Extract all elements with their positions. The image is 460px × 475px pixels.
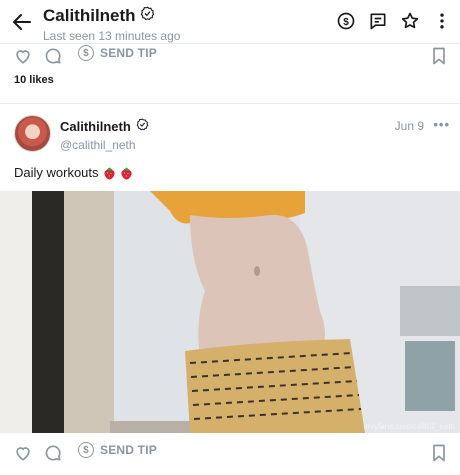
strawberry-icon <box>120 166 133 180</box>
last-seen-status: Last seen 13 minutes ago <box>43 29 181 43</box>
post-caption-text: Daily workouts <box>14 165 99 180</box>
back-arrow-icon[interactable] <box>10 10 34 34</box>
star-icon[interactable] <box>400 11 420 31</box>
comment-icon[interactable] <box>42 442 64 464</box>
dollar-circle-icon: $ <box>78 45 94 61</box>
send-tip-label: SEND TIP <box>100 443 157 457</box>
verified-icon <box>140 6 155 26</box>
profile-name[interactable]: Calithilneth <box>43 6 136 26</box>
post-author-handle[interactable]: @calithil_neth <box>60 138 136 152</box>
post-divider <box>0 103 460 104</box>
heart-icon[interactable] <box>12 442 34 464</box>
previous-post-actions: $ SEND TIP <box>0 42 460 70</box>
top-bar: Calithilneth Last seen 13 minutes ago $ <box>0 0 460 44</box>
post-author[interactable]: Calithilneth <box>60 118 149 134</box>
more-vertical-icon[interactable] <box>432 11 452 31</box>
post-photo[interactable]: onlyfans.com/calithil_neth <box>0 191 460 433</box>
bookmark-icon[interactable] <box>428 45 450 67</box>
svg-text:$: $ <box>343 17 349 28</box>
post-actions: $ SEND TIP <box>0 439 460 467</box>
header-actions: $ <box>336 11 452 31</box>
heart-icon[interactable] <box>12 45 34 67</box>
profile-header[interactable]: Calithilneth Last seen 13 minutes ago <box>43 6 180 43</box>
post-more-options[interactable]: ••• <box>433 117 450 132</box>
avatar[interactable] <box>14 115 51 152</box>
send-tip-button[interactable]: $ SEND TIP <box>78 45 157 61</box>
likes-count[interactable]: 10 likes <box>14 74 54 86</box>
chat-icon[interactable] <box>368 11 388 31</box>
comment-icon[interactable] <box>42 45 64 67</box>
strawberry-icon <box>103 166 116 180</box>
post-author-name[interactable]: Calithilneth <box>60 119 131 134</box>
photo-watermark: onlyfans.com/calithil_neth <box>363 422 455 431</box>
send-tip-label: SEND TIP <box>100 46 157 60</box>
post-date[interactable]: Jun 9 <box>395 119 424 133</box>
dollar-circle-icon: $ <box>78 442 94 458</box>
post-caption: Daily workouts <box>14 165 133 180</box>
dollar-circle-icon[interactable]: $ <box>336 11 356 31</box>
bookmark-icon[interactable] <box>428 442 450 464</box>
verified-icon <box>136 118 149 134</box>
send-tip-button[interactable]: $ SEND TIP <box>78 442 157 458</box>
